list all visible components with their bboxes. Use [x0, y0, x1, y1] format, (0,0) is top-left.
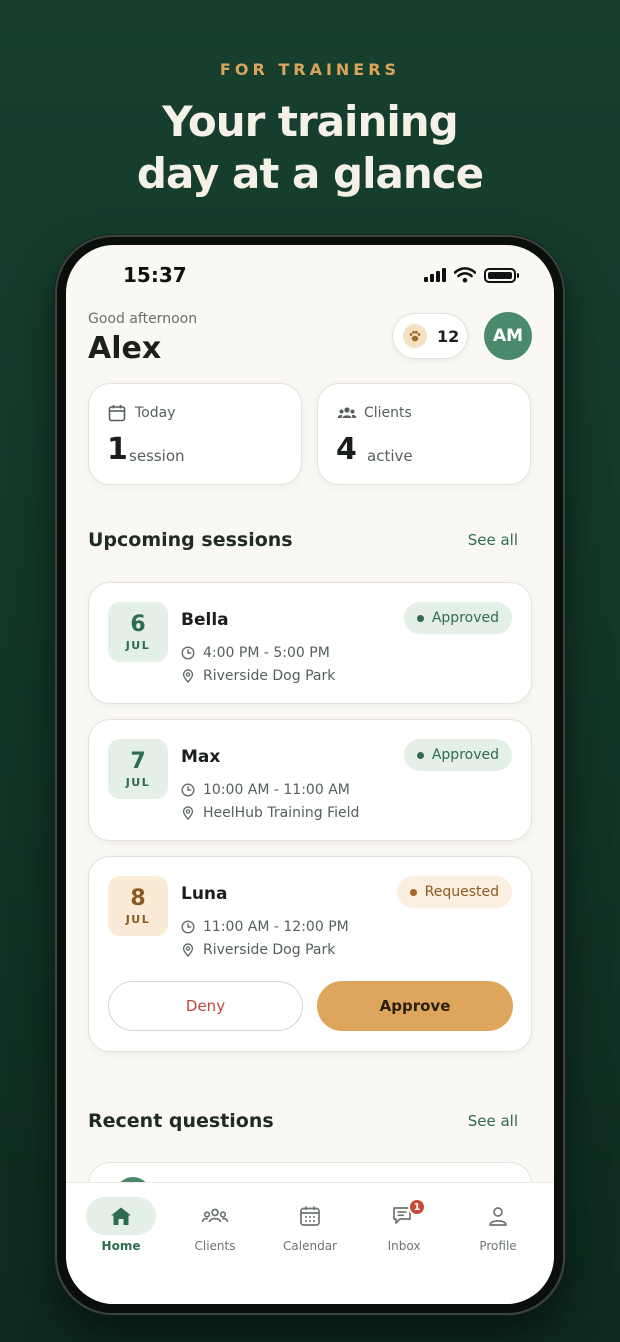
status-badge: Approved	[403, 739, 512, 771]
status-text: Requested	[424, 884, 499, 900]
time-text: 10:00 AM - 11:00 AM	[203, 782, 350, 798]
avatar[interactable]: AM	[484, 312, 532, 360]
paw-icon	[403, 324, 427, 348]
session-time: 11:00 AM - 12:00 PM	[181, 919, 349, 935]
bottom-tab-bar: Home Clients Calendar 1 Inbox Profile	[66, 1182, 554, 1304]
people-icon	[201, 1208, 229, 1223]
headline-line-2: day at a glance	[136, 149, 484, 198]
status-bar: 15:37	[66, 261, 554, 291]
clock-icon	[181, 646, 195, 660]
status-badge: Approved	[403, 602, 512, 634]
status-time: 15:37	[123, 263, 187, 287]
stat-unit: session	[129, 447, 185, 465]
paw-points-button[interactable]: 12	[392, 313, 468, 359]
calendar-icon	[108, 405, 126, 422]
calendar-icon	[300, 1206, 320, 1226]
session-date: 6 JUL	[108, 602, 168, 662]
date-month: JUL	[125, 912, 151, 926]
session-card-bella[interactable]: 6 JUL Bella Approved 4:00 PM - 5:00 PM R…	[88, 582, 532, 704]
upcoming-sessions-title: Upcoming sessions	[88, 529, 293, 551]
date-day: 8	[130, 885, 146, 911]
tab-inbox[interactable]: 1 Inbox	[357, 1183, 451, 1263]
status-badge: Requested	[396, 876, 512, 908]
people-icon	[337, 407, 357, 418]
status-icons	[424, 267, 519, 283]
tab-label: Home	[101, 1239, 141, 1253]
session-location: HeelHub Training Field	[181, 805, 359, 821]
promo-kicker: FOR TRAINERS	[219, 60, 401, 79]
headline-line-1: Your training	[162, 97, 458, 146]
date-day: 7	[130, 748, 146, 774]
stat-card-clients[interactable]: Clients 4 active	[317, 383, 531, 485]
status-text: Approved	[431, 747, 499, 763]
location-pin-icon	[182, 806, 194, 820]
upcoming-see-all-link[interactable]: See all	[468, 531, 518, 549]
tab-label: Clients	[194, 1239, 236, 1253]
battery-icon	[484, 267, 519, 283]
approve-button[interactable]: Approve	[317, 981, 513, 1031]
stat-label: Today	[135, 405, 176, 421]
home-icon	[111, 1207, 131, 1225]
time-text: 11:00 AM - 12:00 PM	[203, 919, 349, 935]
location-text: Riverside Dog Park	[203, 942, 336, 958]
date-month: JUL	[125, 638, 151, 652]
session-location: Riverside Dog Park	[181, 942, 335, 958]
location-text: Riverside Dog Park	[203, 668, 336, 684]
status-text: Approved	[431, 610, 499, 626]
location-pin-icon	[182, 669, 194, 683]
paw-points-count: 12	[437, 326, 460, 346]
location-pin-icon	[182, 943, 194, 957]
recent-questions-title: Recent questions	[88, 1110, 274, 1132]
session-time: 10:00 AM - 11:00 AM	[181, 782, 350, 798]
tab-label: Inbox	[387, 1239, 421, 1253]
tab-label: Profile	[479, 1239, 517, 1253]
user-name: Alex	[88, 331, 162, 366]
clock-icon	[181, 783, 195, 797]
cellular-signal-icon	[424, 268, 446, 282]
inbox-badge: 1	[408, 1198, 426, 1216]
dog-name: Luna	[181, 884, 228, 904]
tab-label: Calendar	[283, 1239, 337, 1253]
app-screen: 15:37 Good afternoon Alex 12 AM Today 1 …	[66, 245, 554, 1304]
deny-button[interactable]: Deny	[108, 981, 303, 1031]
stat-label: Clients	[364, 405, 412, 421]
promo-headline: Your training day at a glance	[0, 96, 620, 200]
location-text: HeelHub Training Field	[203, 805, 360, 821]
session-date: 8 JUL	[108, 876, 168, 936]
user-icon	[489, 1207, 507, 1226]
wifi-icon	[454, 267, 476, 283]
session-location: Riverside Dog Park	[181, 668, 335, 684]
date-day: 6	[130, 611, 146, 637]
dog-name: Bella	[181, 610, 229, 630]
session-time: 4:00 PM - 5:00 PM	[181, 645, 330, 661]
tab-calendar[interactable]: Calendar	[263, 1183, 357, 1263]
session-card-luna[interactable]: 8 JUL Luna Requested 11:00 AM - 12:00 PM…	[88, 856, 532, 1052]
questions-see-all-link[interactable]: See all	[468, 1112, 518, 1130]
tab-clients[interactable]: Clients	[168, 1183, 262, 1263]
dog-name: Max	[181, 747, 221, 767]
date-month: JUL	[125, 775, 151, 789]
tab-profile[interactable]: Profile	[451, 1183, 545, 1263]
stat-unit: active	[367, 447, 413, 465]
session-date: 7 JUL	[108, 739, 168, 799]
time-text: 4:00 PM - 5:00 PM	[203, 645, 330, 661]
tab-home[interactable]: Home	[74, 1183, 168, 1263]
clock-icon	[181, 920, 195, 934]
stat-value: 1	[107, 432, 128, 467]
stat-card-today[interactable]: Today 1 session	[88, 383, 302, 485]
session-card-max[interactable]: 7 JUL Max Approved 10:00 AM - 11:00 AM H…	[88, 719, 532, 841]
stat-value: 4	[336, 432, 357, 467]
greeting-text: Good afternoon	[88, 311, 198, 327]
